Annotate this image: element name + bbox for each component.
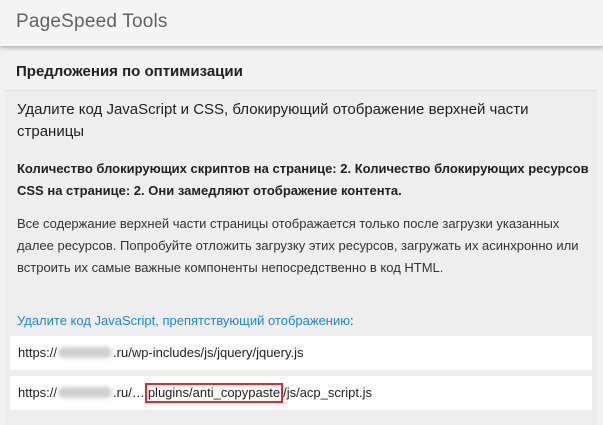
section-title: Предложения по оптимизации bbox=[16, 63, 243, 80]
suggestions-panel: Предложения по оптимизации Удалите код J… bbox=[0, 46, 603, 425]
url-prefix: https:// bbox=[18, 345, 58, 360]
rule-block: Удалите код JavaScript и CSS, блокирующи… bbox=[5, 90, 597, 425]
blurred-domain bbox=[58, 387, 113, 398]
rule-link-suffix: : bbox=[350, 313, 354, 328]
blurred-domain bbox=[58, 347, 113, 358]
url-list-item: https:// .ru/… plugins/anti_copypaste/js/a… bbox=[10, 376, 592, 410]
remove-blocking-js-link[interactable]: Удалите код JavaScript, препятствующий о… bbox=[17, 313, 350, 328]
rule-description: Все содержание верхней части страницы от… bbox=[17, 216, 579, 275]
url-list-item: https:// .ru/wp-includes/js/jquery/jquery… bbox=[10, 336, 592, 370]
rule-summary: Количество блокирующих скриптов на стран… bbox=[17, 161, 589, 198]
url-path: .ru/… bbox=[113, 385, 145, 400]
url-path: .ru/wp-includes/js/jquery/jquery.js bbox=[113, 345, 304, 360]
rule-link-line: Удалите код JavaScript, препятствующий о… bbox=[17, 312, 354, 330]
rule-title: Удалите код JavaScript и CSS, блокирующи… bbox=[17, 101, 529, 140]
url-prefix: https:// bbox=[18, 385, 58, 400]
app-title: PageSpeed Tools bbox=[16, 11, 168, 32]
app-header: PageSpeed Tools bbox=[0, 0, 603, 46]
url-tail: /js/acp_script.js bbox=[283, 385, 372, 400]
highlighted-path-segment: plugins/anti_copypaste bbox=[144, 383, 284, 403]
